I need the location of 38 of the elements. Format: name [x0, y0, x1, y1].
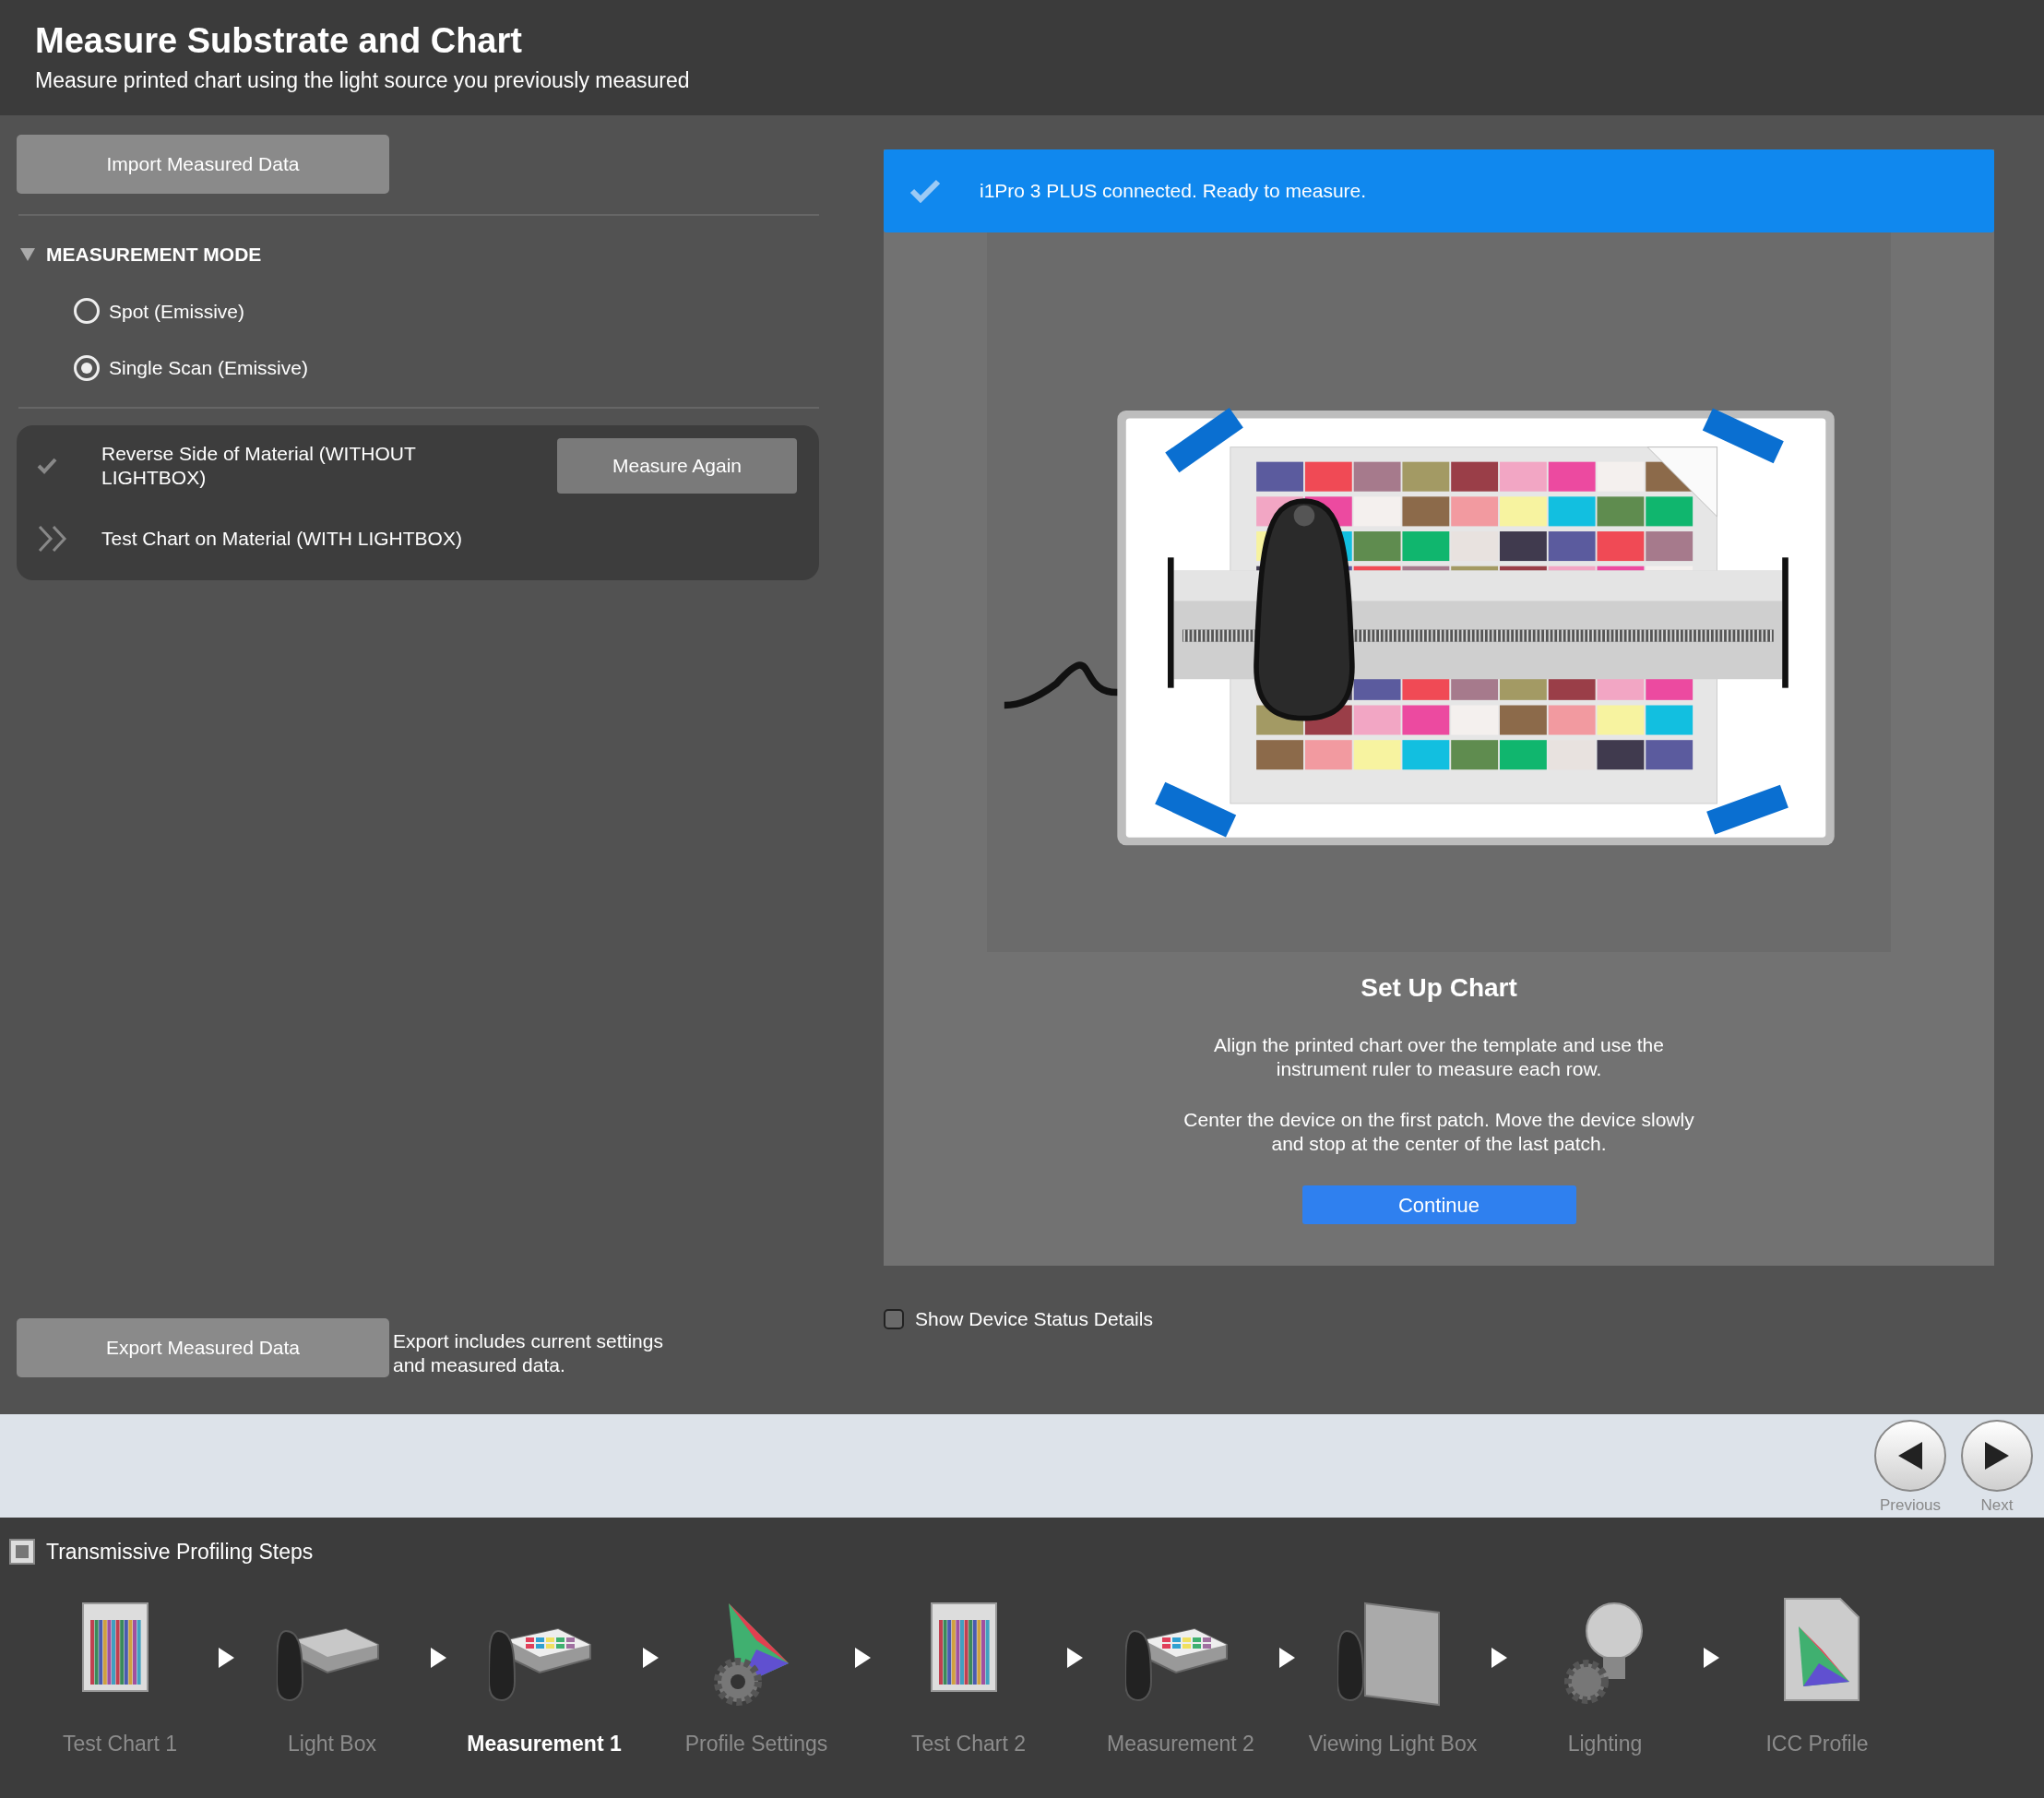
radio-button[interactable]	[74, 354, 100, 381]
checkbox-label[interactable]: Show Device Status Details	[915, 1304, 1153, 1334]
status-text: i1Pro 3 PLUS connected. Ready to measure.	[980, 179, 1367, 204]
step-tab[interactable]: Viewing Light Box	[1308, 1727, 1478, 1759]
step-tab[interactable]: Lighting	[1567, 1727, 1643, 1759]
instruction-text: Center the device on the first patch. Move the device slowly and stop at the center of the last patch.	[1182, 1107, 1695, 1156]
page-subtitle: Measure printed chart using the light source you previously measured	[35, 67, 690, 94]
section-header: MEASUREMENT MODE	[46, 243, 262, 267]
nav-label: Next	[1980, 1495, 2014, 1516]
panel-icon	[9, 1539, 35, 1566]
radio-button[interactable]	[74, 298, 100, 325]
step-label: Reverse Side of Material (WITHOUT LIGHTBOX)	[101, 442, 417, 489]
step-tab[interactable]: Test Chart 2	[911, 1727, 1026, 1759]
export-button[interactable]: Export Measured Data	[17, 1317, 389, 1377]
step-tab[interactable]: Profile Settings	[684, 1727, 828, 1759]
step-label: Test Chart on Material (WITH LIGHTBOX)	[101, 526, 463, 551]
radio-label[interactable]: Spot (Emissive)	[109, 296, 245, 326]
radio-label[interactable]: Single Scan (Emissive)	[109, 353, 308, 383]
instruction-text: Align the printed chart over the template and use the instrument ruler to measure each row.	[1213, 1033, 1665, 1082]
left-triangle-icon	[1896, 1442, 1924, 1470]
import-button[interactable]: Import Measured Data	[17, 135, 389, 194]
export-note: Export includes current settings and measured data.	[393, 1328, 664, 1377]
checkbox[interactable]	[884, 1308, 904, 1329]
checkmark-icon	[909, 179, 941, 203]
disclosure-triangle-icon[interactable]	[20, 247, 35, 261]
step-tab[interactable]: Measurement 2	[1107, 1727, 1254, 1759]
checkmark-icon	[37, 457, 57, 474]
page-title: Measure Substrate and Chart	[35, 22, 522, 61]
step-tab[interactable]: Measurement 1	[467, 1727, 622, 1759]
instruction-title: Set Up Chart	[1360, 972, 1518, 1004]
step-tab[interactable]: Light Box	[288, 1727, 376, 1759]
nav-label: Previous	[1879, 1495, 1942, 1516]
step-tab[interactable]: Test Chart 1	[63, 1727, 177, 1759]
right-triangle-icon	[1983, 1442, 2011, 1470]
measure-again-button[interactable]: Measure Again	[557, 437, 797, 494]
continue-button[interactable]: Continue	[1301, 1185, 1576, 1224]
step-tab[interactable]: ICC Profile	[1765, 1727, 1869, 1759]
steps-title: Transmissive Profiling Steps	[46, 1539, 314, 1566]
